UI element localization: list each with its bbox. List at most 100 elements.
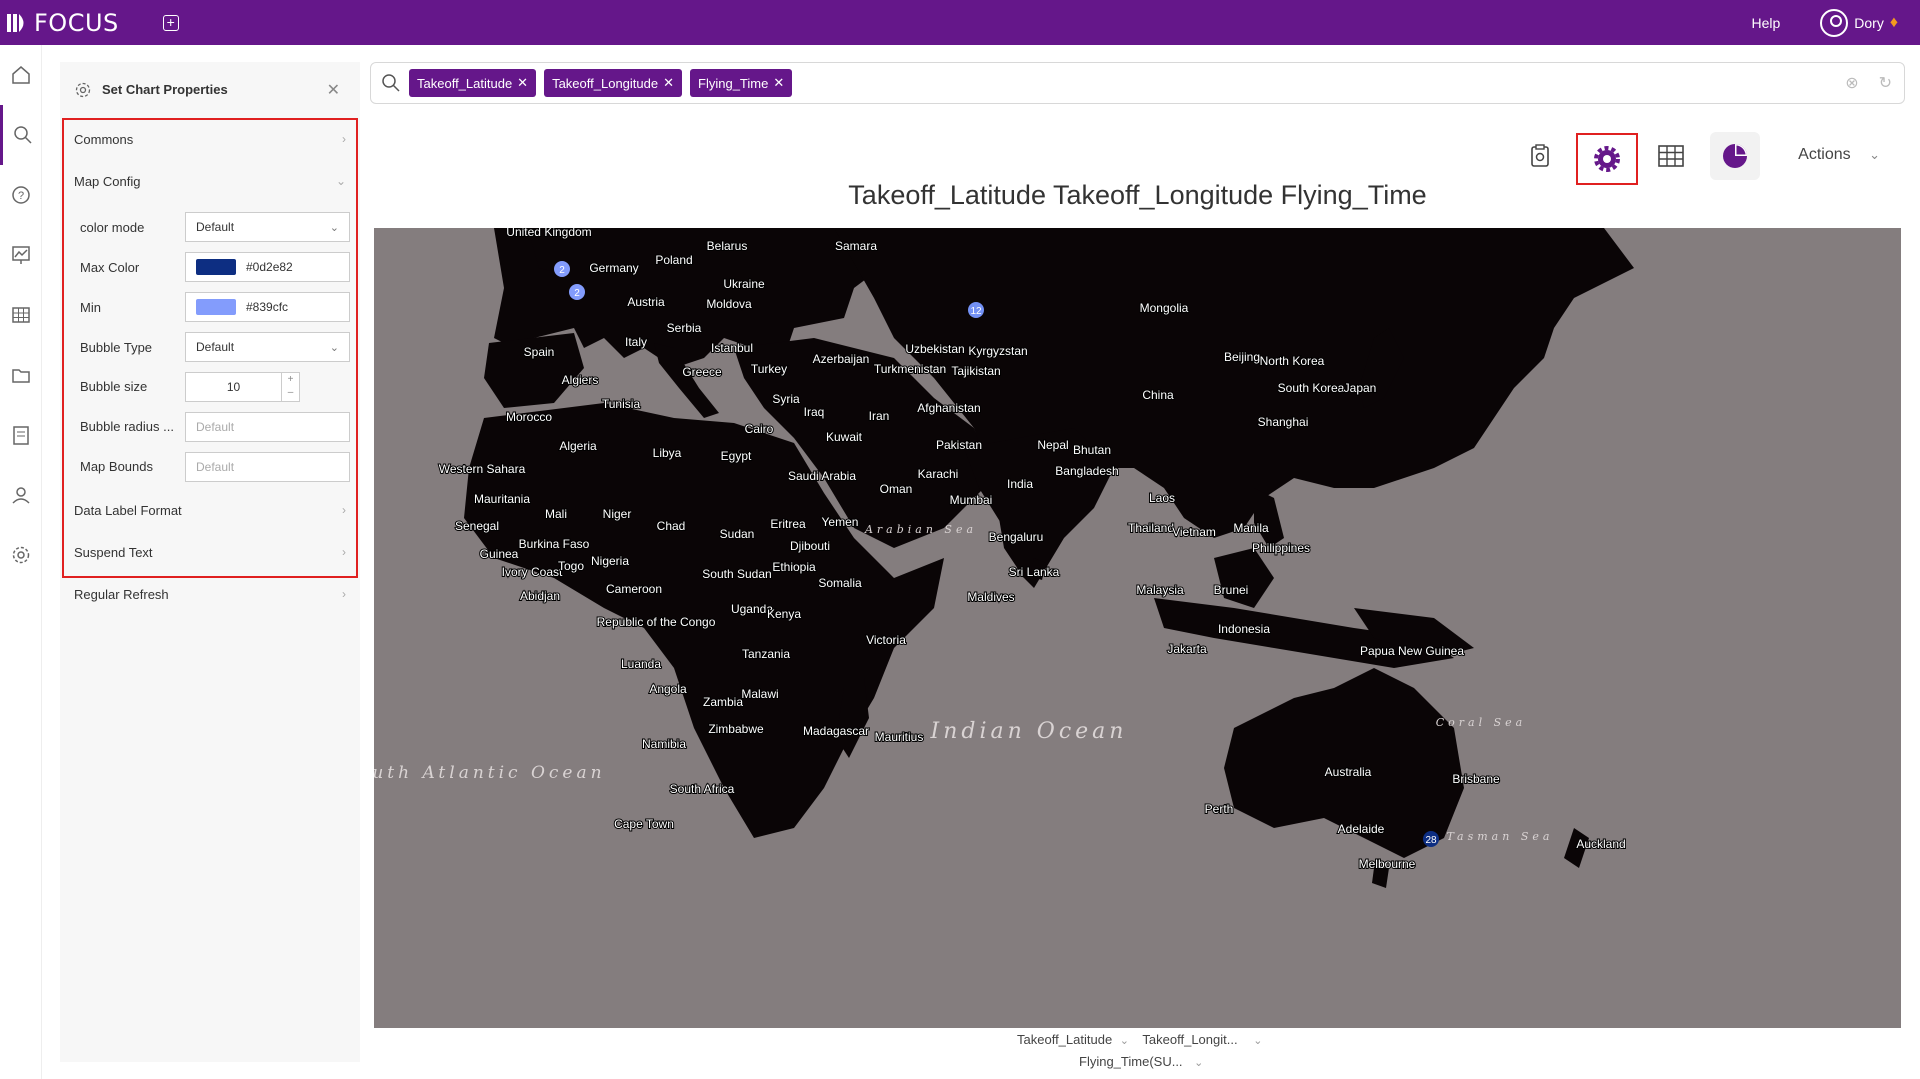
bubble-size-stepper[interactable]: 10 + – (185, 372, 300, 402)
dashboard-icon (12, 246, 30, 264)
section-map-config[interactable]: Map Config ⌄ (74, 174, 346, 194)
search-bar[interactable]: Takeoff_Latitude ✕ Takeoff_Longitude ✕ Fly… (370, 62, 1905, 104)
svg-text:?: ? (18, 190, 24, 202)
place-label: Laos (1149, 491, 1175, 505)
chevron-right-icon: › (342, 587, 346, 601)
history-button[interactable] (1515, 132, 1565, 180)
nav-user[interactable] (0, 465, 42, 525)
color-mode-label: color mode (80, 220, 145, 235)
place-label: Guinea (480, 547, 519, 561)
bubble-type-select[interactable]: Default ⌄ (185, 332, 350, 362)
place-label: Malaysia (1136, 583, 1184, 597)
max-color-picker[interactable]: #0d2e82 (185, 252, 350, 282)
section-suspend-text[interactable]: Suspend Text › (74, 545, 346, 565)
clear-search-icon[interactable]: ⊗ (1845, 73, 1858, 93)
max-color-label: Max Color (80, 260, 140, 275)
panel-title: Set Chart Properties (102, 82, 228, 97)
app-logo[interactable]: FOCUS (6, 9, 119, 37)
search-token[interactable]: Takeoff_Longitude ✕ (544, 69, 683, 97)
place-label: Luanda (621, 657, 661, 671)
ocean-label: South Atlantic Ocean (374, 763, 606, 783)
place-label: Sri Lanka (1009, 565, 1060, 579)
bubble-radius-input[interactable]: Default (185, 412, 350, 442)
table-view-button[interactable] (1646, 132, 1696, 180)
chevron-down-icon[interactable]: ⌄ (1194, 1057, 1203, 1069)
nav-settings[interactable] (0, 525, 42, 585)
chevron-down-icon: ⌄ (335, 174, 346, 188)
nav-search[interactable] (0, 105, 42, 165)
map-chart[interactable]: Arabian Sea Indian Ocean South Atlantic … (374, 228, 1901, 1028)
section-data-label-format[interactable]: Data Label Format › (74, 503, 346, 523)
nav-help[interactable]: ? (0, 165, 42, 225)
color-swatch[interactable] (196, 259, 236, 275)
min-color-label: Min (80, 300, 101, 315)
close-icon[interactable]: ✕ (327, 80, 340, 100)
user-icon (12, 487, 30, 504)
nav-dashboard[interactable] (0, 225, 42, 285)
nav-home[interactable] (0, 45, 42, 105)
place-label: Chad (657, 519, 686, 533)
place-label: Somalia (818, 576, 862, 590)
search-token[interactable]: Takeoff_Latitude ✕ (409, 69, 537, 97)
place-label: Vietnam (1172, 525, 1216, 539)
chevron-down-icon[interactable]: ⌄ (1120, 1035, 1129, 1047)
place-label: Saudi Arabia (788, 469, 856, 483)
left-nav: ? (0, 45, 42, 1079)
search-token[interactable]: Flying_Time ✕ (690, 69, 793, 97)
axis-fields-row-2: Flying_Time(SU... ⌄ (1079, 1054, 1203, 1069)
home-icon (12, 66, 30, 84)
place-label: Mongolia (1140, 301, 1189, 315)
color-swatch[interactable] (196, 299, 236, 315)
place-label: Papua New Guinea (1360, 644, 1464, 658)
place-label: Kuwait (826, 430, 863, 444)
nav-folder[interactable] (0, 345, 42, 405)
input-placeholder: Default (196, 460, 235, 474)
stepper-value: 10 (226, 380, 241, 394)
refresh-icon[interactable]: ↻ (1879, 73, 1892, 93)
place-label: Spain (524, 345, 555, 359)
place-label: Eritrea (770, 517, 806, 531)
remove-token-icon[interactable]: ✕ (773, 75, 784, 91)
stepper-buttons[interactable]: + – (281, 373, 299, 401)
gear-icon (12, 546, 30, 564)
chart-type-button[interactable] (1710, 132, 1760, 180)
chevron-down-icon: ⌄ (1869, 147, 1880, 162)
place-label: Mali (545, 507, 567, 521)
section-regular-refresh[interactable]: Regular Refresh › (74, 587, 346, 607)
color-hex: #839cfc (246, 300, 289, 314)
place-label: Turkmenistan (874, 362, 946, 376)
color-mode-select[interactable]: Default ⌄ (185, 212, 350, 242)
place-label: Burkina Faso (519, 537, 590, 551)
user-avatar-icon[interactable] (1820, 8, 1849, 37)
land-tasmania (1372, 868, 1389, 888)
bubble-count-label: 2 (574, 288, 580, 299)
place-label: Libya (653, 446, 682, 460)
chevron-down-icon[interactable]: ⌄ (1253, 1035, 1262, 1047)
nav-table[interactable] (0, 285, 42, 345)
place-label: Indonesia (1218, 622, 1270, 636)
axis-field-longitude[interactable]: Takeoff_Longit... (1142, 1032, 1237, 1047)
place-label: Morocco (506, 410, 552, 424)
place-label: Manila (1233, 521, 1269, 535)
place-label: Iran (869, 409, 890, 423)
settings-gear-icon (75, 82, 91, 97)
axis-field-flying-time[interactable]: Flying_Time(SU... (1079, 1054, 1183, 1069)
place-label: Western Sahara (439, 462, 526, 476)
add-tab-icon[interactable]: + (162, 14, 179, 31)
map-bounds-input[interactable]: Default (185, 452, 350, 482)
remove-token-icon[interactable]: ✕ (663, 75, 674, 91)
top-bar: FOCUS + Help Dory ♦ (0, 0, 1920, 45)
axis-field-latitude[interactable]: Takeoff_Latitude (1017, 1032, 1112, 1047)
place-label: Bhutan (1073, 443, 1111, 457)
remove-token-icon[interactable]: ✕ (517, 75, 528, 91)
help-link[interactable]: Help (1751, 15, 1780, 31)
chart-settings-button[interactable] (1576, 133, 1638, 185)
actions-menu[interactable]: Actions ⌄ (1798, 146, 1880, 164)
land-philippines (1254, 488, 1284, 548)
min-color-picker[interactable]: #839cfc (185, 292, 350, 322)
user-name[interactable]: Dory (1854, 15, 1884, 31)
section-commons[interactable]: Commons › (74, 132, 346, 152)
ocean-label: Coral Sea (1436, 716, 1526, 729)
nav-tasks[interactable] (0, 405, 42, 465)
place-label: Zambia (703, 695, 743, 709)
